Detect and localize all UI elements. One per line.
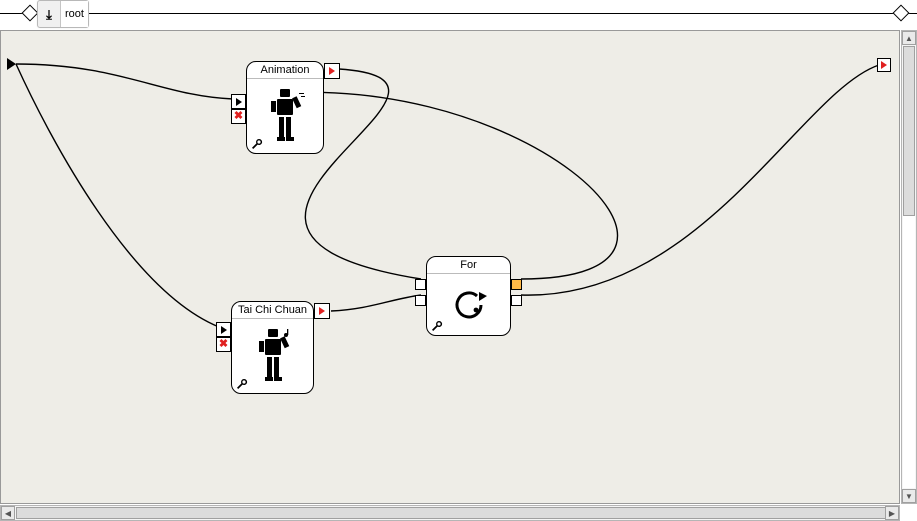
play-icon [236,98,242,106]
enter-icon: ⤓ [46,8,52,21]
play-icon [221,326,227,334]
node-for[interactable]: For [426,256,511,336]
canvas-wrap: Animation [0,30,917,521]
vertical-scrollbar[interactable]: ▲ ▼ [901,30,917,504]
stop-icon: ✖ [234,111,243,122]
breadcrumb-root-label: root [61,1,88,27]
animation-stop-port[interactable]: ✖ [231,109,246,124]
scroll-down-button[interactable]: ▼ [902,489,916,503]
diagram-canvas[interactable]: Animation [0,30,900,504]
loop-icon [449,285,489,325]
wrench-icon[interactable] [431,320,443,332]
v-scroll-thumb[interactable] [903,46,915,216]
scroll-up-button[interactable]: ▲ [902,31,916,45]
scroll-right-button[interactable]: ▶ [885,506,899,520]
enter-behavior-button[interactable]: ⤓ [38,1,61,27]
breadcrumb-band: ⤓ root [0,0,917,26]
on-start-port[interactable] [7,58,16,70]
taichi-onstopped-port[interactable] [314,303,330,319]
wrench-icon[interactable] [251,138,263,150]
graph-input-diamond[interactable] [22,5,39,22]
for-in-port-1[interactable] [415,279,426,290]
node-animation-title: Animation [247,62,323,79]
on-stopped-port[interactable] [877,58,891,72]
taichi-play-port[interactable] [216,322,231,337]
wrench-icon[interactable] [236,378,248,390]
animation-onstopped-port[interactable] [324,63,340,79]
node-taichi-body [232,319,313,394]
stop-icon: ✖ [219,339,228,350]
node-taichi-in-ports: ✖ [216,322,231,352]
node-animation-body [247,79,323,154]
horizontal-scrollbar[interactable]: ◀ ▶ [0,505,900,521]
breadcrumb-root-block[interactable]: ⤓ root [37,0,89,28]
stopped-icon [329,67,335,75]
stopped-icon [881,61,887,69]
node-animation-in-ports: ✖ [231,94,246,124]
node-taichi-title: Tai Chi Chuan [232,302,313,319]
node-for-body [427,274,510,336]
node-for-title: For [427,257,510,274]
node-tai-chi-chuan[interactable]: Tai Chi Chuan [231,301,314,394]
scroll-left-button[interactable]: ◀ [1,506,15,520]
graph-output-diamond[interactable] [893,5,910,22]
animation-robot-icon [262,87,308,147]
animation-play-port[interactable] [231,94,246,109]
taichi-stop-port[interactable]: ✖ [216,337,231,352]
for-out-port-loop[interactable] [511,279,522,290]
for-out-port-done[interactable] [511,295,522,306]
node-animation[interactable]: Animation [246,61,324,154]
breadcrumb-line [0,13,917,14]
for-in-port-2[interactable] [415,295,426,306]
h-scroll-thumb[interactable] [16,507,886,519]
stopped-icon [319,307,325,315]
taichi-robot-icon [250,327,296,387]
